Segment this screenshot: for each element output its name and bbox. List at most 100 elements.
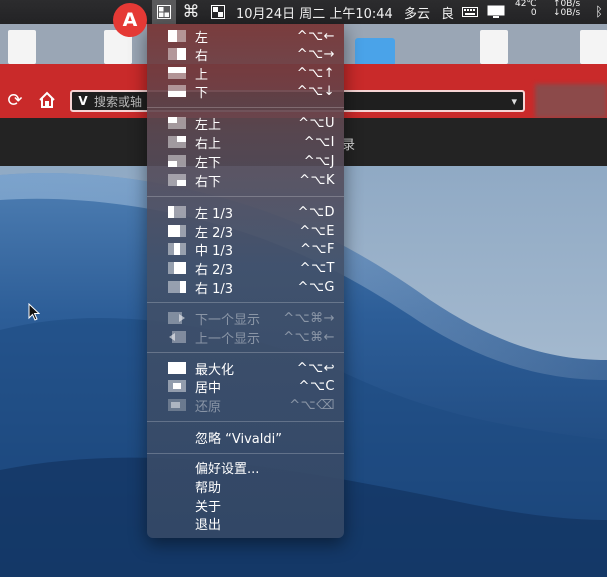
menu-item-label: 帮助 (195, 481, 222, 496)
menu-item-right-two-thirds[interactable]: 右 2/3 ^⌥T (147, 259, 344, 278)
avatar[interactable]: A (113, 3, 147, 37)
menu-item-label: 退出 (195, 518, 222, 533)
file-icon[interactable] (480, 30, 508, 64)
menu-item-label: 还原 (195, 400, 222, 415)
menu-item-label: 左 1/3 (195, 207, 234, 222)
menu-item-label: 关于 (195, 500, 222, 515)
layout-icon[interactable] (208, 0, 228, 24)
half-left-icon (168, 30, 186, 42)
menu-item-top-right[interactable]: 右上 ^⌥I (147, 133, 344, 152)
network-speed[interactable]: ↑0B/s ↓0B/s (553, 0, 580, 24)
menu-item-quit[interactable]: 退出 (147, 514, 344, 533)
third-right-icon (168, 281, 186, 293)
menu-item-shortcut: ^⌥E (299, 224, 335, 239)
menu-item-shortcut: ^⌥U (298, 116, 335, 131)
quarter-bottom-left-icon (168, 155, 186, 167)
vivaldi-icon: V (78, 94, 88, 108)
menu-item-shortcut: ^⌥T (299, 261, 335, 276)
menu-item-right-third[interactable]: 右 1/3 ^⌥G (147, 278, 344, 297)
menu-item-shortcut: ^⌥G (297, 280, 335, 295)
menu-item-bottom-right[interactable]: 右下 ^⌥K (147, 171, 344, 190)
menu-item-shortcut: ^⌥↓ (296, 84, 335, 99)
quarter-top-right-icon (168, 136, 186, 148)
menu-separator (147, 196, 344, 197)
menu-item-label: 中 1/3 (195, 244, 234, 259)
menu-item-bottom[interactable]: 下 ^⌥↓ (147, 82, 344, 101)
menu-item-top[interactable]: 上 ^⌥↑ (147, 64, 344, 83)
menu-item-label: 上 (195, 68, 209, 83)
menu-separator (147, 302, 344, 303)
menu-item-label: 左 (195, 31, 209, 46)
address-dropdown-icon[interactable]: ▾ (511, 95, 517, 108)
home-icon[interactable] (37, 90, 57, 110)
address-placeholder: 搜索或轴 (94, 94, 143, 109)
menu-item-left-two-thirds[interactable]: 左 2/3 ^⌥E (147, 222, 344, 241)
cpu-temperature[interactable]: 42℃ 0 (515, 0, 537, 24)
download-speed: ↓0B/s (553, 8, 581, 18)
menu-item-label: 偏好设置... (195, 462, 260, 477)
file-icon[interactable] (580, 30, 607, 64)
two-thirds-right-icon (168, 262, 186, 274)
menu-separator (147, 453, 344, 454)
third-center-icon (168, 243, 186, 255)
menu-item-label: 最大化 (195, 363, 235, 378)
clock[interactable]: 10月24日 周二 上午10:44 (236, 0, 393, 24)
window-manager-menu: 左 ^⌥← 右 ^⌥→ 上 ^⌥↑ 下 ^⌥↓ 左上 ^⌥U 右上 ^⌥I 左下… (147, 24, 344, 538)
menu-item-label: 左上 (195, 118, 222, 133)
command-icon[interactable]: ⌘ (180, 0, 202, 24)
menu-item-shortcut: ^⌥C (298, 379, 335, 394)
window-manager-menu-icon[interactable] (152, 0, 176, 24)
menu-item-help[interactable]: 帮助 (147, 477, 344, 496)
keyboard-icon[interactable] (460, 0, 480, 24)
display-icon[interactable] (485, 0, 507, 24)
temperature-sub: 0 (530, 8, 537, 18)
air-quality[interactable]: 良 (441, 0, 454, 24)
menu-item-center[interactable]: 居中 ^⌥C (147, 377, 344, 396)
menu-item-label: 忽略 “Vivaldi” (195, 432, 282, 447)
menu-item-label: 右 2/3 (195, 263, 234, 278)
menu-item-maximize[interactable]: 最大化 ^⌥↩ (147, 359, 344, 378)
half-top-icon (168, 67, 186, 79)
next-display-icon (168, 312, 185, 324)
menu-separator (147, 107, 344, 108)
menu-item-label: 左 2/3 (195, 226, 234, 241)
menu-item-label: 下 (195, 86, 209, 101)
quarter-top-left-icon (168, 117, 186, 129)
quarter-bottom-right-icon (168, 174, 186, 186)
menu-item-restore[interactable]: 还原 ^⌥⌫ (147, 396, 344, 415)
prev-display-icon (169, 331, 186, 343)
menu-item-label: 居中 (195, 381, 222, 396)
menu-item-shortcut: ^⌥⌫ (289, 398, 335, 413)
bluetooth-icon[interactable]: ᛒ (592, 0, 606, 24)
folder-icon[interactable] (355, 38, 395, 64)
menu-item-preferences[interactable]: 偏好设置... (147, 458, 344, 477)
half-bottom-icon (168, 85, 186, 97)
file-icon[interactable] (8, 30, 36, 64)
mouse-cursor-icon (28, 302, 41, 325)
search-field[interactable] (535, 84, 607, 118)
menu-item-top-left[interactable]: 左上 ^⌥U (147, 114, 344, 133)
menu-item-label: 上一个显示 (195, 332, 261, 347)
half-right-icon (168, 48, 186, 60)
menu-item-shortcut: ^⌥K (299, 173, 335, 188)
weather[interactable]: 多云 (404, 0, 430, 24)
reload-icon[interactable]: ⟳ (5, 90, 25, 111)
menu-item-shortcut: ^⌥⌘→ (283, 311, 335, 326)
menu-item-bottom-left[interactable]: 左下 ^⌥J (147, 152, 344, 171)
menu-item-shortcut: ^⌥J (303, 154, 335, 169)
menu-item-shortcut: ^⌥→ (296, 47, 335, 62)
menu-item-left[interactable]: 左 ^⌥← (147, 27, 344, 46)
menu-item-ignore-app[interactable]: 忽略 “Vivaldi” (147, 428, 344, 447)
menu-item-left-third[interactable]: 左 1/3 ^⌥D (147, 203, 344, 222)
maximize-icon (168, 362, 186, 374)
menu-item-prev-display[interactable]: 上一个显示 ^⌥⌘← (147, 328, 344, 347)
menu-item-label: 右上 (195, 137, 222, 152)
menu-item-center-third[interactable]: 中 1/3 ^⌥F (147, 240, 344, 259)
menu-item-right[interactable]: 右 ^⌥→ (147, 45, 344, 64)
menu-item-label: 下一个显示 (195, 313, 261, 328)
menu-item-next-display[interactable]: 下一个显示 ^⌥⌘→ (147, 309, 344, 328)
menu-item-shortcut: ^⌥F (300, 242, 335, 257)
menu-item-about[interactable]: 关于 (147, 496, 344, 515)
menu-separator (147, 352, 344, 353)
menu-item-shortcut: ^⌥← (296, 29, 335, 44)
